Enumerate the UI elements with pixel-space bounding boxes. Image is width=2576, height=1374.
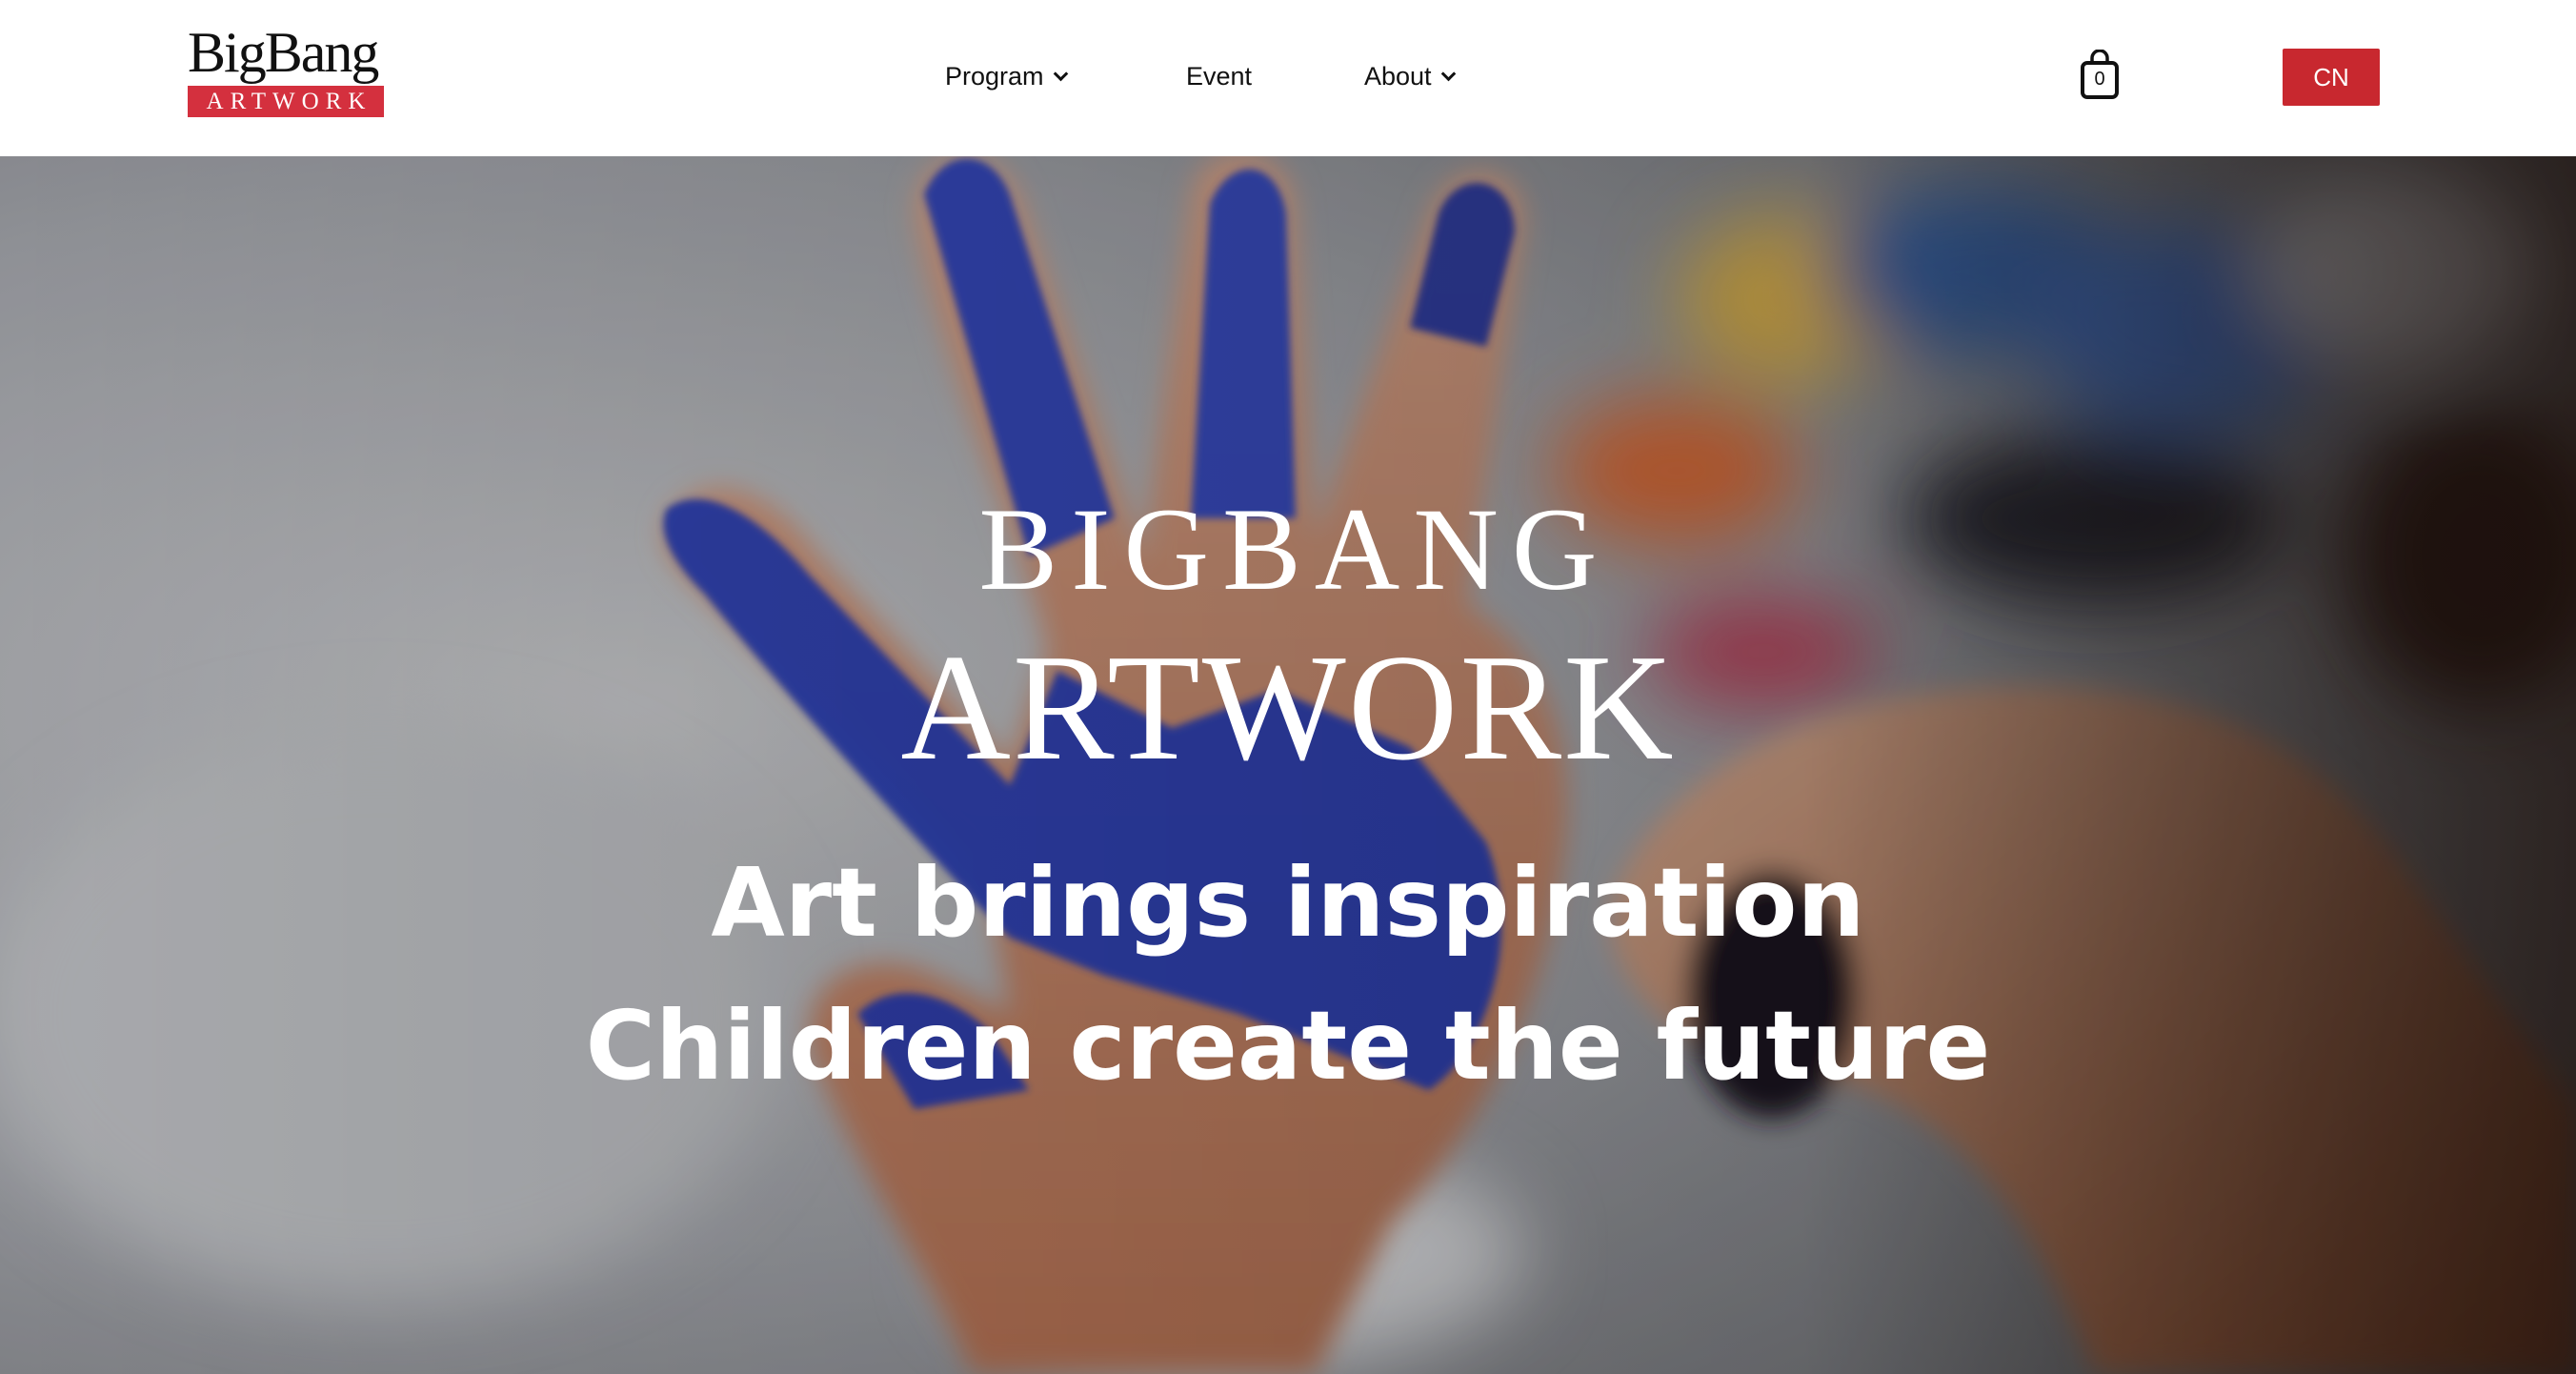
nav-item-label: About (1364, 61, 1432, 91)
nav-item-event[interactable]: Event (1186, 55, 1252, 97)
hero-brand-line-1: BIGBANG (978, 484, 1611, 615)
cart-count-badge: 0 (2094, 69, 2105, 90)
nav-item-label: Event (1186, 61, 1253, 91)
hero-tagline-1: Art brings inspiration (711, 847, 1865, 959)
language-switch-button[interactable]: CN (2283, 49, 2380, 106)
hero-text-block: BIGBANG ARTWORK Art brings inspiration C… (0, 156, 2576, 1374)
hero-section: BIGBANG ARTWORK Art brings inspiration C… (0, 156, 2576, 1374)
chevron-down-icon (1440, 66, 1456, 81)
cart-button[interactable]: 0 (2080, 50, 2120, 99)
site-header: BigBang ARTWORK Program Event About 0 CN (0, 0, 2576, 156)
main-nav: Program Event About (0, 55, 2576, 97)
hero-brand-line-2: ARTWORK (900, 622, 1676, 792)
chevron-down-icon (1053, 66, 1068, 81)
nav-item-about[interactable]: About (1364, 55, 1456, 97)
nav-item-label: Program (945, 61, 1044, 91)
nav-item-program[interactable]: Program (945, 55, 1068, 97)
hero-tagline-2: Children create the future (585, 990, 1991, 1101)
